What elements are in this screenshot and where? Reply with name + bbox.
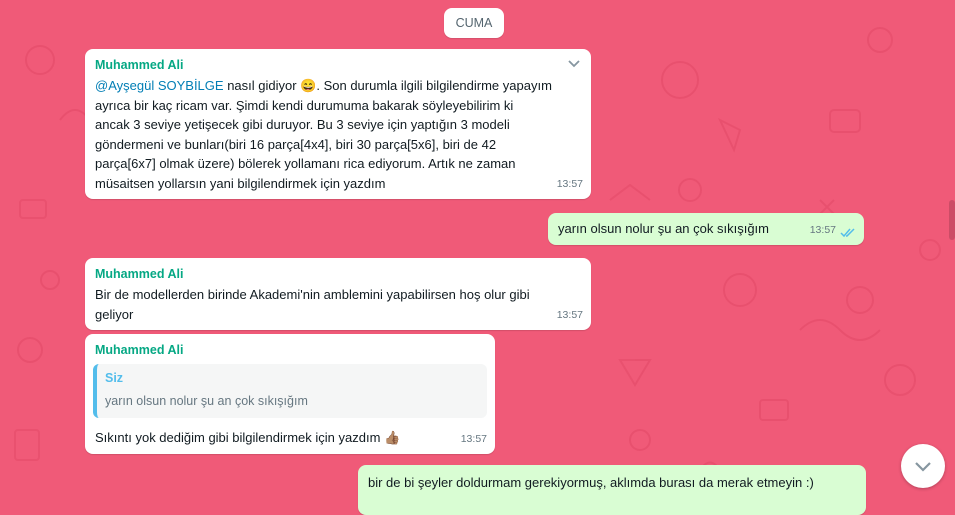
- date-divider: CUMA: [444, 8, 504, 38]
- message-text: yarın olsun nolur şu an çok sıkışığım: [558, 221, 769, 236]
- message-text: Bir de modellerden birinde Akademi'nin a…: [95, 285, 581, 324]
- message-text-part: . Son durumla ilgili bilgilendirme yapay…: [316, 78, 552, 93]
- sender-name[interactable]: Muhammed Ali: [95, 57, 581, 73]
- message-text: Sıkıntı yok dediğim gibi bilgilendirmek …: [95, 428, 400, 448]
- message-line: parça[6x7] olmak üzere) bölerek yollaman…: [95, 156, 516, 171]
- date-divider-label: CUMA: [455, 16, 493, 30]
- message-text-part: Sıkıntı yok dediğim gibi bilgilendirmek …: [95, 430, 385, 445]
- message-text: bir de bi şeyler doldurmam gerekiyormuş,…: [368, 475, 814, 490]
- incoming-message[interactable]: Muhammed Ali Bir de modellerden birinde …: [85, 258, 591, 330]
- chevron-down-icon[interactable]: [567, 59, 581, 69]
- double-check-icon: [840, 228, 855, 238]
- message-line: geliyor: [95, 306, 134, 322]
- scroll-down-icon: [915, 462, 931, 472]
- outgoing-message[interactable]: bir de bi şeyler doldurmam gerekiyormuş,…: [358, 465, 866, 515]
- thumbs-up-emoji-icon: 👍🏽: [384, 430, 401, 445]
- message-time: 13:57: [460, 432, 487, 445]
- message-line: Bir de modellerden birinde Akademi'nin a…: [95, 287, 530, 302]
- message-time: 13:57: [556, 308, 583, 321]
- message-line: ayrıca bir kaç ricam var. Şimdi kendi du…: [95, 97, 514, 113]
- scroll-down-button[interactable]: [901, 444, 945, 488]
- message-time: 13:57: [556, 177, 583, 190]
- message-line: göndermeni ve bunları(biri 16 parça[4x4]…: [95, 136, 497, 152]
- quote-author: Siz: [105, 371, 124, 385]
- mention-link[interactable]: @Ayşegül SOYBİLGE: [95, 78, 224, 93]
- incoming-message[interactable]: Muhammed Ali @Ayşegül SOYBİLGE nasıl gid…: [85, 49, 591, 199]
- quote-text: yarın olsun nolur şu an çok sıkışığım: [105, 394, 308, 408]
- sender-name[interactable]: Muhammed Ali: [95, 266, 581, 282]
- incoming-reply-message[interactable]: Muhammed Ali Siz yarın olsun nolur şu an…: [85, 334, 495, 454]
- message-text-part: nasıl gidiyor: [223, 78, 301, 93]
- quoted-message[interactable]: Siz yarın olsun nolur şu an çok sıkışığı…: [93, 364, 487, 418]
- sender-name[interactable]: Muhammed Ali: [95, 342, 485, 358]
- outgoing-message[interactable]: yarın olsun nolur şu an çok sıkışığım 13…: [548, 213, 864, 245]
- message-text: @Ayşegül SOYBİLGE nasıl gidiyor 😄. Son d…: [95, 76, 581, 193]
- message-time: 13:57: [809, 223, 836, 236]
- grin-emoji-icon: 😄: [300, 78, 317, 93]
- message-line: müsaitsen yollarsın yani bilgilendirmek …: [95, 175, 386, 191]
- scrollbar[interactable]: [949, 200, 955, 240]
- message-line: ancak 3 seviye yetişecek gibi duruyor. B…: [95, 117, 510, 132]
